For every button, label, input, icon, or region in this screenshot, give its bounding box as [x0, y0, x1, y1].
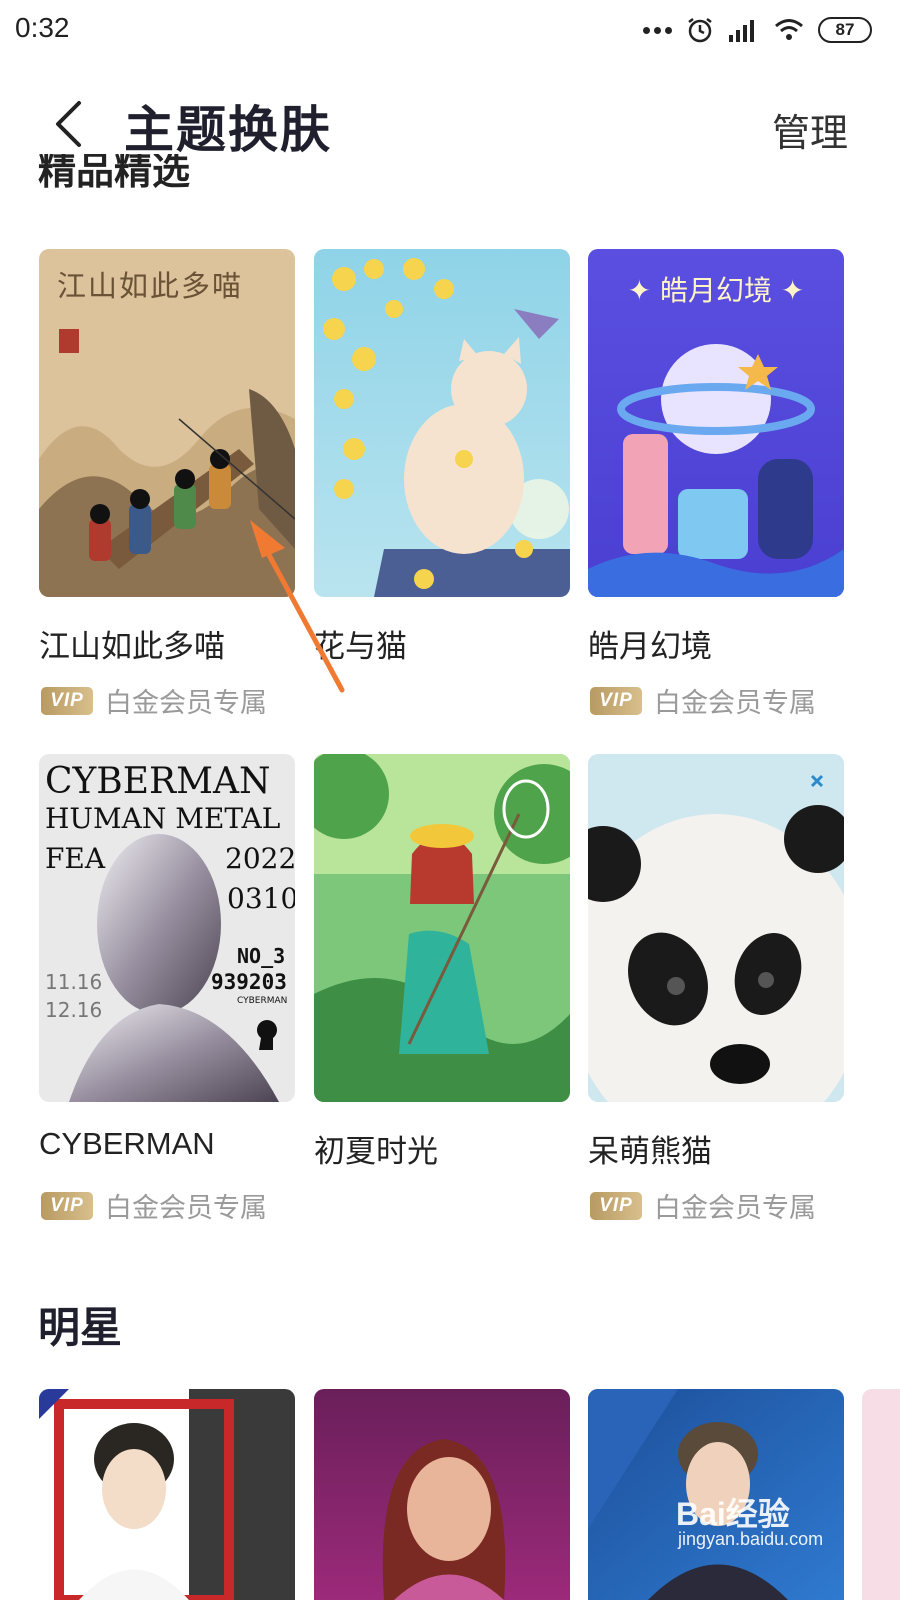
star-theme-card-partial[interactable]: [862, 1389, 900, 1600]
theme-name: 皓月幻境: [588, 629, 712, 665]
vip-row: VIP 白金会员专属: [41, 1186, 267, 1225]
theme-name: 江山如此多喵: [39, 629, 225, 665]
vip-row: VIP 白金会员专属: [41, 681, 267, 720]
theme-thumbnail[interactable]: CYBERMAN HUMAN METAL FEA 2022 0310 NO_3 …: [39, 754, 295, 1102]
section-title-partial: 精品精选: [38, 154, 191, 188]
poster-line: 2022: [225, 842, 295, 875]
poster-line: NO_3: [237, 944, 286, 968]
theme-thumbnail[interactable]: ✦ 皓月幻境 ✦: [588, 249, 844, 597]
poster-title: ✦ 皓月幻境 ✦: [627, 274, 805, 307]
battery-icon: 87: [818, 17, 872, 43]
theme-thumbnail[interactable]: [588, 754, 844, 1102]
vip-row: VIP 白金会员专属: [590, 1186, 816, 1225]
vip-badge: VIP: [590, 1191, 642, 1220]
theme-thumbnail[interactable]: [314, 249, 570, 597]
poster-line: CYBERMAN: [45, 761, 271, 802]
manage-button[interactable]: 管理: [772, 102, 848, 157]
vip-text: 白金会员专属: [654, 688, 816, 719]
page-title: 主题换肤: [124, 101, 332, 159]
poster-line: 11.16: [45, 970, 103, 994]
vip-badge: VIP: [41, 1191, 93, 1220]
theme-name: 花与猫: [314, 629, 407, 665]
signal-icon: [729, 20, 754, 42]
vip-badge: VIP: [41, 686, 93, 715]
vip-text: 白金会员专属: [654, 1193, 816, 1224]
vip-badge: VIP: [590, 686, 642, 715]
status-time: 0:32: [15, 12, 70, 43]
alarm-icon: [688, 18, 712, 43]
watermark-url: jingyan.baidu.com: [678, 1529, 824, 1549]
back-button[interactable]: [38, 92, 98, 156]
poster-line: CYBERMAN: [237, 996, 288, 1006]
vip-text: 白金会员专属: [105, 688, 267, 719]
star-theme-card[interactable]: Bai经验 jingyan.baidu.com: [588, 1389, 844, 1600]
poster-line: 0310: [227, 882, 295, 915]
status-icons: 87: [643, 14, 872, 46]
star-theme-card[interactable]: [39, 1389, 295, 1600]
wifi-icon: [775, 19, 803, 40]
poster-title: 江山如此多喵: [57, 269, 244, 303]
chevron-left-icon: [56, 101, 81, 147]
more-dots-icon: [643, 26, 672, 34]
theme-thumbnail[interactable]: [314, 754, 570, 1102]
theme-name: CYBERMAN: [39, 1126, 215, 1161]
theme-name: 呆萌熊猫: [588, 1134, 712, 1170]
star-theme-card[interactable]: [314, 1389, 570, 1600]
poster-line: FEA: [45, 842, 106, 875]
section-title-stars: 明星: [38, 1303, 123, 1352]
poster-line: 939203: [211, 970, 287, 994]
vip-text: 白金会员专属: [105, 1193, 267, 1224]
theme-name: 初夏时光: [314, 1134, 438, 1170]
poster-line: 12.16: [45, 998, 103, 1022]
status-bar: 0:32 87: [0, 0, 900, 60]
theme-thumbnail[interactable]: 江山如此多喵: [39, 249, 295, 597]
vip-row: VIP 白金会员专属: [590, 681, 816, 720]
poster-line: HUMAN METAL: [45, 802, 281, 835]
